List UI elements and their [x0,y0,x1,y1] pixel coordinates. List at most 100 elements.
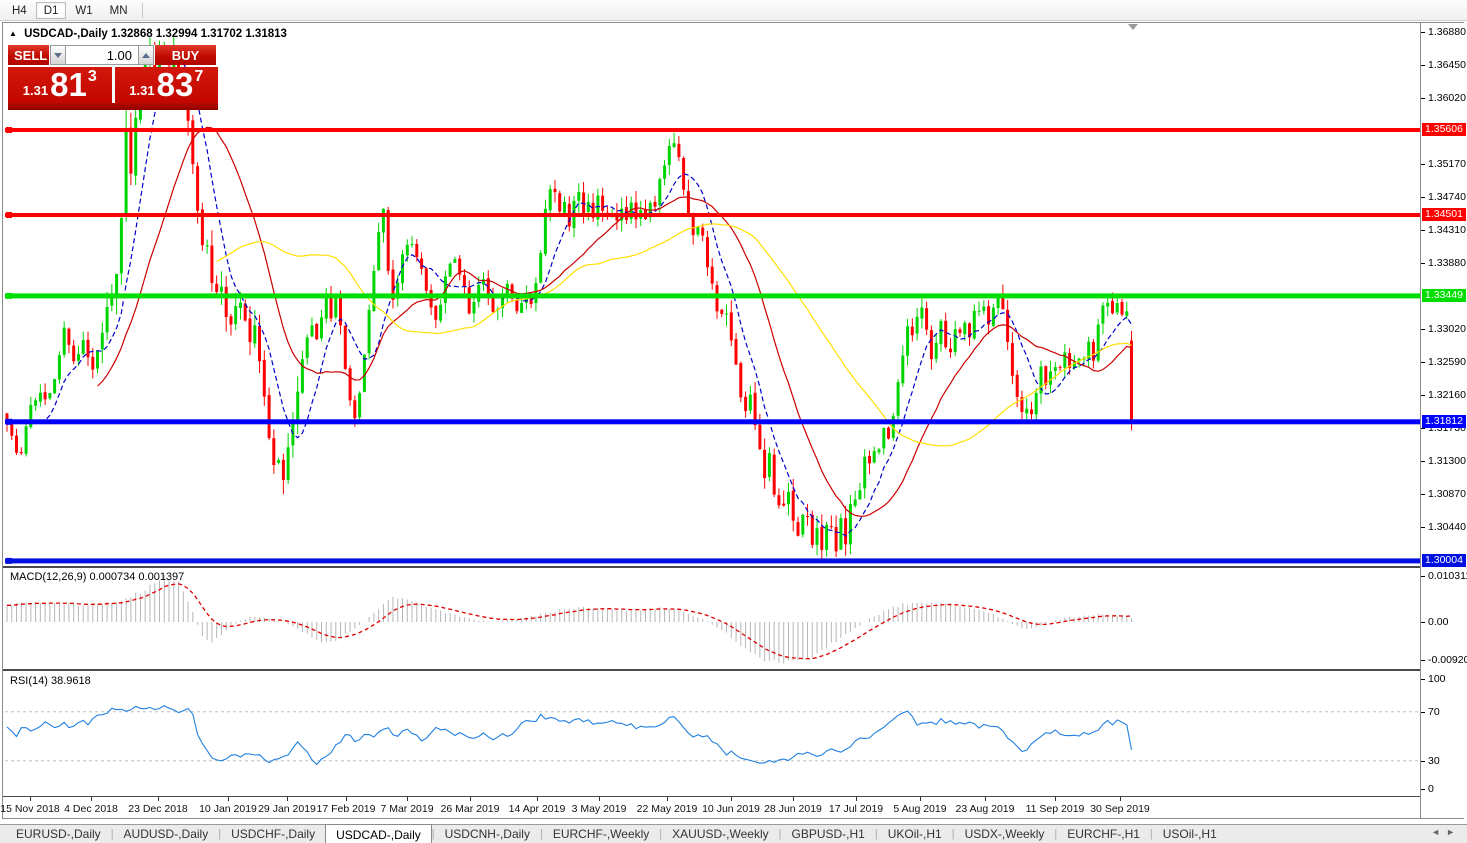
price-tag-1.31812: 1.31812 [1422,414,1466,428]
macd-indicator-chart[interactable] [5,568,1420,668]
date-label: 29 Jan 2019 [258,803,316,815]
price-axis-tick-label: 1.36450 [1428,59,1466,72]
volume-increase-button[interactable] [138,45,154,65]
date-label: 17 Feb 2019 [316,803,376,815]
date-label: 5 Aug 2019 [893,803,947,815]
tab-audusd-daily[interactable]: AUDUSD-,Daily [114,825,219,843]
horizontal-line-1.33449[interactable] [5,293,1420,299]
horizontal-line-1.30004[interactable] [5,558,1420,564]
axis-tick [1421,428,1425,430]
timeframe-button-h4[interactable]: H4 [4,2,35,19]
axis-tick [1421,576,1425,577]
one-click-trading-panel: SELL BUY 1.31813 1.31837 [8,45,218,110]
main-macd-separator[interactable] [3,566,1464,568]
chart-symbol-period: USDCAD-,Daily [24,28,108,40]
sell-price-box[interactable]: 1.31 81 3 [8,67,112,103]
sell-price-sup: 3 [87,68,97,85]
horizontal-line-1.31812[interactable] [5,419,1420,425]
date-label: 11 Sep 2019 [1025,803,1085,815]
tab-usdcnh-daily[interactable]: USDCNH-,Daily [435,825,540,843]
date-label: 30 Sep 2019 [1090,803,1150,815]
date-tick [1120,797,1121,801]
timeframe-toolbar: H4 D1 W1 MN [0,0,1467,21]
axis-tick [1421,622,1425,623]
date-tick [537,797,538,801]
price-axis-tick-label: 1.34310 [1428,223,1466,236]
date-label: 3 May 2019 [571,803,627,815]
chart-title: ▲ USDCAD-,Daily 1.32868 1.32994 1.31702 … [9,28,287,40]
axis-tick [1421,789,1425,790]
tab-usdcad-daily[interactable]: USDCAD-,Daily [325,824,432,843]
axis-tick [1421,229,1425,231]
price-tag-1.33449: 1.33449 [1422,288,1466,302]
timeframe-button-d1[interactable]: D1 [35,1,67,19]
date-label: 4 Dec 2018 [64,803,118,815]
timeframe-button-mn[interactable]: MN [102,2,136,19]
rsi-label: RSI(14) 38.9618 [10,675,91,687]
tab-scroll-left-icon[interactable]: ◄ [1431,827,1446,837]
tab-xauusd-weekly[interactable]: XAUUSD-,Weekly [662,825,778,843]
tab-eurchf-weekly[interactable]: EURCHF-,Weekly [543,825,659,843]
spin-down-icon [54,52,62,58]
axis-tick [1421,98,1425,100]
price-axis-tick-label: 1.32590 [1428,356,1466,368]
date-tick [731,797,732,801]
axis-tick [1421,163,1425,165]
date-label: 10 Jun 2019 [702,803,760,815]
macd-rsi-separator[interactable] [3,669,1464,671]
tab-usdchf-daily[interactable]: USDCHF-,Daily [221,825,325,843]
timeframe-button-w1[interactable]: W1 [67,2,100,19]
axis-tick [1421,362,1425,363]
date-label: 14 Apr 2019 [508,803,566,815]
date-label: 26 Mar 2019 [440,803,500,815]
chart-shift-marker-icon[interactable] [1128,24,1138,30]
price-axis-tick-label: 1.33880 [1428,256,1466,269]
price-tag-1.34501: 1.34501 [1422,208,1466,221]
buy-price-prefix: 1.31 [129,83,155,98]
tab-eurchf-h1[interactable]: EURCHF-,H1 [1057,825,1150,843]
tab-gbpusd-h1[interactable]: GBPUSD-,H1 [781,825,874,843]
axis-tick [1421,660,1425,661]
price-tag-1.30004: 1.30004 [1422,553,1466,567]
date-label: 22 May 2019 [636,803,698,815]
sell-button[interactable]: SELL [8,45,50,65]
horizontal-line-1.34501[interactable] [5,213,1420,217]
axis-tick [1421,395,1425,397]
buy-button[interactable]: BUY [154,45,216,65]
one-click-panel-shadow [8,103,218,110]
tab-usdx-weekly[interactable]: USDX-,Weekly [955,825,1055,843]
axis-tick [1421,328,1425,330]
chart-ohlc-values: 1.32868 1.32994 1.31702 1.31813 [111,28,287,40]
volume-input[interactable] [66,45,138,65]
date-tick [407,797,408,801]
toolbar-separator [141,2,143,18]
date-label: 23 Aug 2019 [955,803,1015,815]
date-tick [158,797,159,801]
tab-usoil-h1[interactable]: USOil-,H1 [1153,825,1227,843]
price-axis-tick-label: 1.36020 [1428,92,1466,105]
buy-price-box[interactable]: 1.31 83 7 [114,66,218,103]
date-tick [346,797,347,801]
price-axis-tick-label: 1.32160 [1428,389,1466,402]
buy-price-big: 83 [156,66,194,103]
price-axis-tick-label: 1.34740 [1428,190,1466,203]
buy-price-sup: 7 [194,68,204,85]
date-tick [91,797,92,801]
collapse-panel-arrow-icon[interactable]: ▲ [9,29,17,38]
date-label: 17 Jul 2019 [828,803,884,815]
tab-ukoil-h1[interactable]: UKOil-,H1 [878,825,952,843]
date-tick [856,797,857,801]
date-tick [1055,797,1056,801]
tab-eurusd-daily[interactable]: EURUSD-,Daily [6,825,111,843]
price-axis-tick-label: 1.33020 [1428,322,1466,335]
price-axis-tick-label: 1.31300 [1428,455,1466,468]
date-axis: 15 Nov 2018 4 Dec 2018 23 Dec 2018 10 Jan 2… [0,797,1420,818]
date-tick [920,797,921,801]
rsi-indicator-chart[interactable] [5,672,1420,795]
price-axis: 1.36880 1.36450 1.36020 1.35170 1.34740 1.343… [1421,23,1467,818]
macd-axis-label: 0.010311 [1428,570,1467,582]
volume-decrease-button[interactable] [50,45,66,65]
date-label: 10 Jan 2019 [199,803,257,815]
tab-scroll-right-icon[interactable]: ► [1446,827,1461,837]
horizontal-line-1.35606[interactable] [5,128,1420,132]
